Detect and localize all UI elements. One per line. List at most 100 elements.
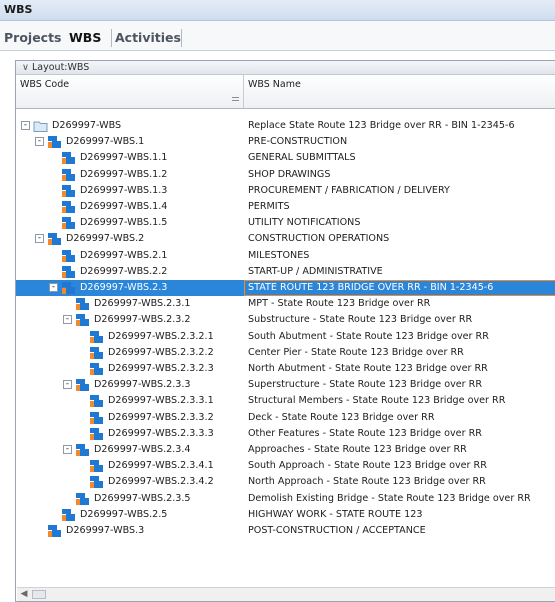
folder-icon	[33, 121, 48, 132]
collapse-toggle-icon[interactable]: -	[35, 137, 44, 146]
wbs-name-cell: Deck - State Route 123 Bridge over RR	[248, 412, 435, 423]
wbs-name-cell: Substructure - State Route 123 Bridge ov…	[248, 314, 473, 325]
collapse-toggle-icon[interactable]: -	[35, 234, 44, 243]
wbs-code-text: D269997-WBS.2.3.4.1	[108, 460, 214, 471]
wbs-name-cell: PRE-CONSTRUCTION	[248, 136, 348, 147]
wbs-name-cell: Other Features - State Route 123 Bridge …	[248, 428, 482, 439]
collapse-toggle-icon[interactable]: -	[63, 445, 72, 454]
scroll-thumb[interactable]	[32, 590, 46, 599]
wbs-name-cell: Superstructure - State Route 123 Bridge …	[248, 379, 483, 390]
wbs-code-text: D269997-WBS.1.3	[80, 185, 168, 196]
wbs-node-icon	[48, 233, 61, 245]
wbs-row[interactable]: - D269997-WBS.2.3.4 Approaches - State Rou…	[16, 442, 555, 458]
wbs-row[interactable]: D269997-WBS.1.2 SHOP DRAWINGS	[16, 167, 555, 183]
wbs-row[interactable]: D269997-WBS.2.3.2.2 Center Pier - State R…	[16, 345, 555, 361]
wbs-code-text: D269997-WBS.2.3.2.1	[108, 331, 214, 342]
wbs-node-icon	[76, 314, 89, 326]
wbs-code-text: D269997-WBS.3	[66, 525, 145, 536]
wbs-row[interactable]: D269997-WBS.2.1 MILESTONES	[16, 248, 555, 264]
scroll-left-arrow-icon[interactable]: ◀	[17, 588, 31, 601]
wbs-node-icon	[90, 428, 103, 440]
collapse-toggle-icon[interactable]: -	[49, 283, 58, 292]
wbs-code-text: D269997-WBS.1.4	[80, 201, 168, 212]
wbs-code-text: D269997-WBS.2	[66, 233, 145, 244]
wbs-node-icon	[62, 282, 75, 294]
wbs-code-text: D269997-WBS.2.3.2	[94, 314, 191, 325]
wbs-node-icon	[48, 525, 61, 537]
wbs-code-text: D269997-WBS.2.3.1	[94, 298, 191, 309]
wbs-row[interactable]: - D269997-WBS.1 PRE-CONSTRUCTION	[16, 134, 555, 150]
wbs-row[interactable]: D269997-WBS.2.3.3.3 Other Features - Stat…	[16, 426, 555, 442]
wbs-node-icon	[62, 509, 75, 521]
wbs-node-icon	[62, 201, 75, 213]
wbs-row[interactable]: D269997-WBS.2.3.3.1 Structural Members - …	[16, 393, 555, 409]
wbs-row[interactable]: D269997-WBS.2.3.4.1 South Approach - Stat…	[16, 458, 555, 474]
wbs-code-text: D269997-WBS.2.1	[80, 250, 168, 261]
chevron-down-icon[interactable]: ∨	[22, 62, 29, 73]
wbs-name-cell: PERMITS	[248, 201, 290, 212]
wbs-node-icon	[62, 152, 75, 164]
wbs-node-icon	[62, 217, 75, 229]
tab-strip: Projects WBS Activities	[0, 21, 555, 51]
wbs-node-icon	[90, 476, 103, 488]
tab-wbs[interactable]: WBS	[69, 29, 101, 47]
wbs-node-icon	[90, 460, 103, 472]
wbs-code-text: D269997-WBS.2.3.4.2	[108, 476, 214, 487]
collapse-toggle-icon[interactable]: -	[63, 315, 72, 324]
wbs-node-icon	[90, 347, 103, 359]
wbs-code-text: D269997-WBS.2.3.3.2	[108, 412, 214, 423]
wbs-row[interactable]: D269997-WBS.2.2 START-UP / ADMINISTRATIVE	[16, 264, 555, 280]
layout-bar[interactable]: ∨ Layout:WBS	[16, 61, 555, 75]
wbs-row[interactable]: D269997-WBS.2.3.2.1 South Abutment - Stat…	[16, 329, 555, 345]
wbs-row[interactable]: - D269997-WBS.2.3.3 Superstructure - State…	[16, 377, 555, 393]
wbs-code-text: D269997-WBS	[52, 120, 122, 131]
tab-separator	[181, 29, 182, 47]
wbs-row[interactable]: D269997-WBS.1.3 PROCUREMENT / FABRICATION…	[16, 183, 555, 199]
wbs-name-cell: South Abutment - State Route 123 Bridge …	[248, 331, 489, 342]
wbs-row[interactable]: D269997-WBS.1.1 GENERAL SUBMITTALS	[16, 150, 555, 166]
wbs-name-cell: MPT - State Route 123 Bridge over RR	[248, 298, 431, 309]
wbs-code-text: D269997-WBS.2.2	[80, 266, 168, 277]
wbs-name-cell: South Approach - State Route 123 Bridge …	[248, 460, 487, 471]
wbs-name-cell: SHOP DRAWINGS	[248, 169, 331, 180]
column-header-label: WBS Name	[248, 79, 301, 90]
wbs-name-cell: Center Pier - State Route 123 Bridge ove…	[248, 347, 464, 358]
wbs-row[interactable]: D269997-WBS.1.5 UTILITY NOTIFICATIONS	[16, 215, 555, 231]
wbs-code-text: D269997-WBS.2.3.2.2	[108, 347, 214, 358]
wbs-node-icon	[90, 412, 103, 424]
wbs-code-text: D269997-WBS.1.1	[80, 152, 168, 163]
wbs-row[interactable]: D269997-WBS.2.5 HIGHWAY WORK - STATE ROUT…	[16, 507, 555, 523]
wbs-row[interactable]: - D269997-WBS.2.3.2 Substructure - State R…	[16, 312, 555, 328]
wbs-name-cell: STATE ROUTE 123 BRIDGE OVER RR - BIN 1-2…	[244, 280, 555, 296]
wbs-row[interactable]: D269997-WBS.2.3.1 MPT - State Route 123 B…	[16, 296, 555, 312]
wbs-name-cell: POST-CONSTRUCTION / ACCEPTANCE	[248, 525, 426, 536]
wbs-row[interactable]: D269997-WBS.2.3.4.2 North Approach - Stat…	[16, 474, 555, 490]
tab-projects[interactable]: Projects	[4, 29, 62, 47]
wbs-row-selected[interactable]: - D269997-WBS.2.3 STATE ROUTE 123 BRIDGE O…	[16, 280, 555, 296]
wbs-node-icon	[90, 363, 103, 375]
wbs-row[interactable]: D269997-WBS.2.3.5 Demolish Existing Bridg…	[16, 491, 555, 507]
wbs-name-cell: UTILITY NOTIFICATIONS	[248, 217, 361, 228]
column-header-wbs-code[interactable]: WBS Code	[16, 75, 244, 109]
column-header-wbs-name[interactable]: WBS Name	[244, 75, 555, 109]
wbs-code-text: D269997-WBS.2.3.3.1	[108, 395, 214, 406]
wbs-row[interactable]: D269997-WBS.1.4 PERMITS	[16, 199, 555, 215]
wbs-node-icon	[76, 298, 89, 310]
sort-icon	[232, 97, 239, 104]
wbs-row[interactable]: - D269997-WBS Replace State Route 123 Brid…	[16, 118, 555, 134]
window-title: WBS	[0, 0, 555, 21]
horizontal-scrollbar[interactable]: ◀	[17, 587, 555, 601]
wbs-code-text: D269997-WBS.2.5	[80, 509, 168, 520]
wbs-node-icon	[48, 136, 61, 148]
wbs-row[interactable]: - D269997-WBS.2 CONSTRUCTION OPERATIONS	[16, 231, 555, 247]
wbs-row[interactable]: D269997-WBS.2.3.2.3 North Abutment - Stat…	[16, 361, 555, 377]
wbs-row[interactable]: D269997-WBS.2.3.3.2 Deck - State Route 12…	[16, 410, 555, 426]
tab-activities[interactable]: Activities	[115, 29, 181, 47]
wbs-node-icon	[90, 395, 103, 407]
collapse-toggle-icon[interactable]: -	[63, 380, 72, 389]
wbs-name-cell: Structural Members - State Route 123 Bri…	[248, 395, 506, 406]
collapse-toggle-icon[interactable]: -	[21, 121, 30, 130]
wbs-node-icon	[76, 493, 89, 505]
wbs-node-icon	[90, 331, 103, 343]
wbs-row[interactable]: D269997-WBS.3 POST-CONSTRUCTION / ACCEPTA…	[16, 523, 555, 539]
